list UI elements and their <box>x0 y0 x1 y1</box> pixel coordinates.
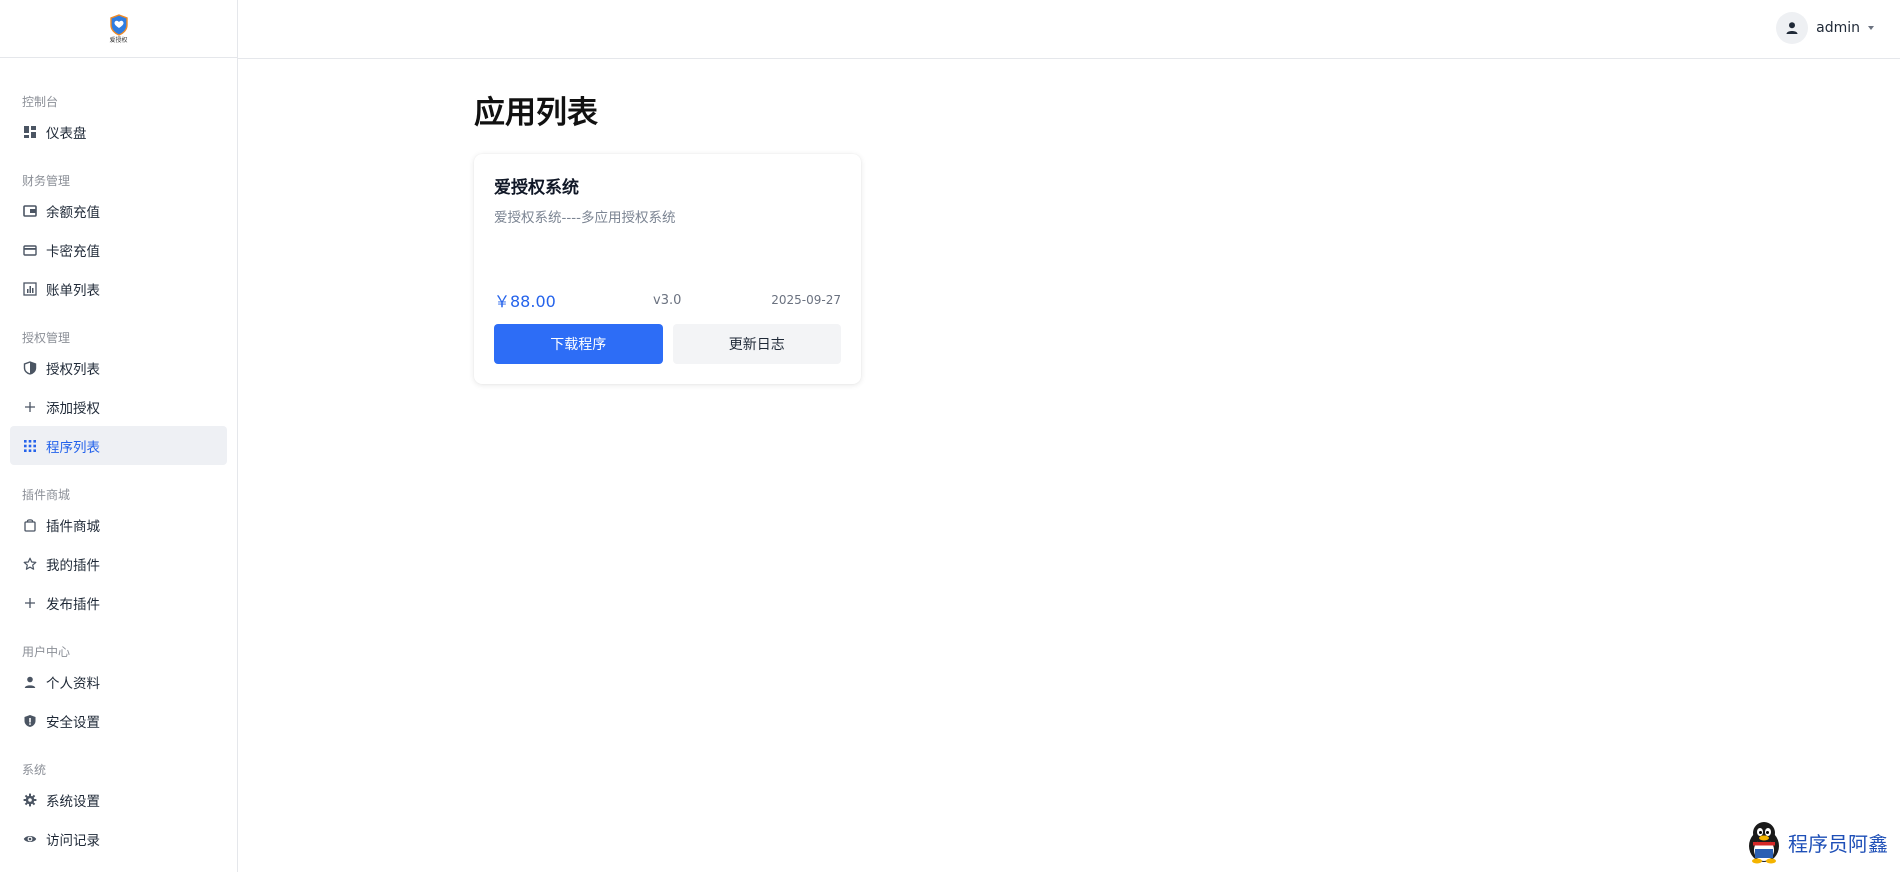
sidebar-item-label: 账单列表 <box>46 282 100 299</box>
sidebar-item-profile[interactable]: 个人资料 <box>10 662 227 701</box>
star-icon <box>23 557 37 571</box>
nav-group-title: 控制台 <box>22 95 59 109</box>
sidebar-item-plugin-store[interactable]: 插件商城 <box>10 505 227 544</box>
shield-logo-icon <box>109 13 128 36</box>
nav-group-title: 插件商城 <box>22 488 71 502</box>
nav-group-console: 控制台 仪表盘 <box>0 92 237 151</box>
sidebar-item-label: 插件商城 <box>46 518 100 535</box>
app-date: 2025-09-27 <box>771 293 841 307</box>
avatar <box>1776 12 1809 44</box>
app-card-actions: 下载程序 更新日志 <box>494 324 841 364</box>
nav-group-title: 财务管理 <box>22 174 71 188</box>
nav-group-title: 系统 <box>22 763 47 777</box>
top-bar: admin <box>238 0 1900 59</box>
sidebar-item-label: 添加授权 <box>46 400 100 417</box>
sidebar-item-label: 卡密充值 <box>46 243 100 260</box>
username: admin <box>1816 20 1860 36</box>
user-icon <box>1786 22 1798 34</box>
user-menu[interactable]: admin <box>1776 12 1874 44</box>
sidebar-item-security-settings[interactable]: 安全设置 <box>10 701 227 740</box>
plus-icon <box>23 400 37 414</box>
sidebar-item-license-list[interactable]: 授权列表 <box>10 348 227 387</box>
sidebar-item-label: 授权列表 <box>46 361 100 378</box>
app-logo[interactable]: 爱授权 <box>106 13 132 44</box>
sidebar-item-label: 系统设置 <box>46 793 100 810</box>
credit-card-icon <box>23 243 37 257</box>
shield-icon <box>23 360 37 375</box>
app-card-title: 爱授权系统 <box>494 178 579 198</box>
sidebar-item-balance-recharge[interactable]: 余额充值 <box>10 191 227 230</box>
sidebar-item-add-license[interactable]: 添加授权 <box>10 387 227 426</box>
sidebar-item-system-settings[interactable]: 系统设置 <box>10 780 227 819</box>
sidebar-nav: 控制台 仪表盘 财务管理 余额充值 卡密充值 账单列表 授权管理 授权列表 添加… <box>0 58 237 858</box>
sidebar-item-card-recharge[interactable]: 卡密充值 <box>10 230 227 269</box>
user-icon <box>23 675 37 689</box>
bar-chart-icon <box>23 281 37 296</box>
nav-group-title: 用户中心 <box>22 645 71 659</box>
wallet-icon <box>23 204 37 218</box>
sidebar-item-publish-plugin[interactable]: 发布插件 <box>10 583 227 622</box>
gear-icon <box>23 793 37 807</box>
nav-group-license: 授权管理 授权列表 添加授权 程序列表 <box>0 328 237 465</box>
dashboard-icon <box>23 125 37 139</box>
sidebar: 爱授权 控制台 仪表盘 财务管理 余额充值 卡密充值 账单列表 授权管理 授权列… <box>0 0 238 872</box>
logo-area: 爱授权 <box>0 0 237 58</box>
watermark-text: 程序员阿鑫 <box>1788 831 1888 856</box>
sidebar-item-label: 安全设置 <box>46 714 100 731</box>
sidebar-item-my-plugins[interactable]: 我的插件 <box>10 544 227 583</box>
sidebar-item-label: 我的插件 <box>46 557 100 574</box>
shopping-bag-icon <box>23 518 37 532</box>
sidebar-item-access-log[interactable]: 访问记录 <box>10 819 227 858</box>
page-title: 应用列表 <box>474 95 598 131</box>
app-version: v3.0 <box>653 292 682 308</box>
chevron-down-icon <box>1868 26 1874 30</box>
sidebar-item-label: 访问记录 <box>46 832 100 849</box>
nav-group-title: 授权管理 <box>22 331 71 345</box>
sidebar-item-label: 程序列表 <box>46 439 100 456</box>
grid-icon <box>23 439 37 453</box>
changelog-button[interactable]: 更新日志 <box>672 324 841 364</box>
sidebar-item-label: 仪表盘 <box>46 125 87 142</box>
main-content: 应用列表 爱授权系统 爱授权系统----多应用授权系统 ￥88.00 v3.0 … <box>474 88 861 384</box>
plus-icon <box>23 596 37 610</box>
watermark: 程序员阿鑫 <box>1744 820 1888 864</box>
nav-group-finance: 财务管理 余额充值 卡密充值 账单列表 <box>0 171 237 308</box>
penguin-icon <box>1749 822 1779 864</box>
nav-group-plugin-store: 插件商城 插件商城 我的插件 发布插件 <box>0 485 237 622</box>
sidebar-item-dashboard[interactable]: 仪表盘 <box>10 112 227 151</box>
app-card: 爱授权系统 爱授权系统----多应用授权系统 ￥88.00 v3.0 2025-… <box>474 154 861 384</box>
sidebar-item-program-list[interactable]: 程序列表 <box>10 426 227 465</box>
app-price: ￥88.00 <box>494 292 556 311</box>
sidebar-item-bill-list[interactable]: 账单列表 <box>10 269 227 308</box>
logo-text: 爱授权 <box>109 36 128 44</box>
nav-group-user-center: 用户中心 个人资料 安全设置 <box>0 642 237 740</box>
nav-group-system: 系统 系统设置 访问记录 <box>0 760 237 858</box>
download-button[interactable]: 下载程序 <box>494 324 663 364</box>
eye-icon <box>23 832 37 846</box>
app-card-meta: ￥88.00 v3.0 2025-09-27 <box>494 288 841 312</box>
sidebar-item-label: 余额充值 <box>46 204 100 221</box>
sidebar-item-label: 个人资料 <box>46 675 100 692</box>
app-card-description: 爱授权系统----多应用授权系统 <box>494 210 676 226</box>
sidebar-item-label: 发布插件 <box>46 596 100 613</box>
shield-check-icon <box>23 714 37 728</box>
